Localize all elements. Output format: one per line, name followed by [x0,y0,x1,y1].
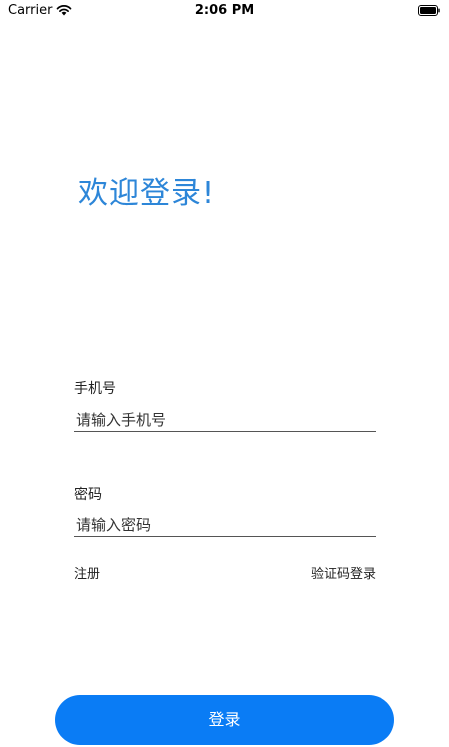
login-button[interactable]: 登录 [55,695,394,745]
battery-icon [418,5,440,16]
phone-input[interactable] [74,408,376,432]
login-screen: Carrier 2:06 PM 欢迎登录! 手机号 密码 注册 验证码登录 登录 [0,0,449,747]
welcome-title: 欢迎登录! [78,176,216,211]
status-bar: Carrier 2:06 PM [0,0,449,24]
status-time: 2:06 PM [194,3,255,18]
password-input[interactable] [74,513,376,537]
password-label: 密码 [74,487,102,503]
register-link[interactable]: 注册 [74,563,100,582]
code-login-link[interactable]: 验证码登录 [311,563,376,582]
phone-label: 手机号 [74,381,116,397]
